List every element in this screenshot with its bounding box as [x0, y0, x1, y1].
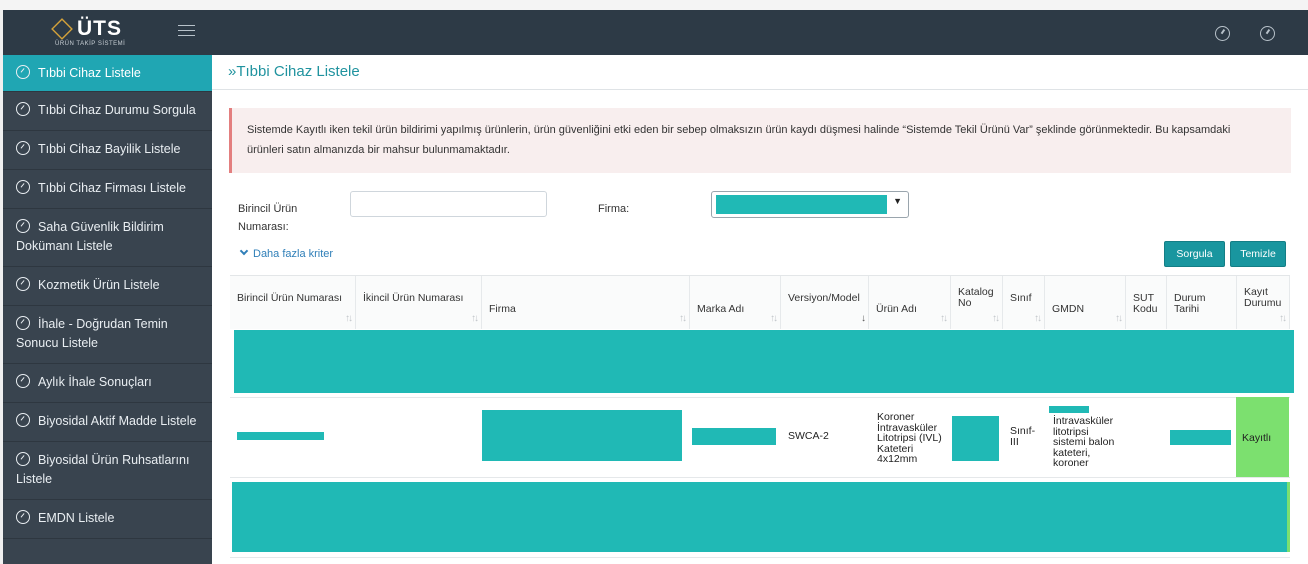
dashboard-icon — [16, 452, 30, 466]
dashboard-icon — [16, 316, 30, 330]
column-header-brand[interactable]: Marka Adı ↑↓ — [690, 276, 781, 329]
dashboard-icon — [16, 510, 30, 524]
column-header-primary-number[interactable]: Birincil Ürün Numarası ↑↓ — [230, 276, 356, 329]
sidebar-item-label: Saha Güvenlik Bildirim Dokümanı Listele — [16, 220, 164, 253]
dropdown-arrow-icon: ▼ — [893, 196, 902, 206]
dashboard-icon — [16, 413, 30, 427]
sidebar-item-saha-guvenlik-bildirim[interactable]: Saha Güvenlik Bildirim Dokümanı Listele — [3, 209, 212, 267]
dashboard-icon — [16, 374, 30, 388]
sidebar-item-biyosidal-urun-ruhsatlari[interactable]: Biyosidal Ürün Ruhsatlarını Listele — [3, 442, 212, 500]
sidebar-item-tibbi-cihaz-bayilik-listele[interactable]: Tıbbi Cihaz Bayilik Listele — [3, 131, 212, 170]
sidebar-item-label: Kozmetik Ürün Listele — [38, 278, 160, 292]
sidebar-item-kozmetik-urun-listele[interactable]: Kozmetik Ürün Listele — [3, 267, 212, 306]
dashboard-icon — [16, 219, 30, 233]
page-title: »Tıbbi Cihaz Listele — [228, 63, 360, 80]
redacted-status-date — [1170, 430, 1231, 445]
primary-number-label: Birincil Ürün Numarası: — [238, 203, 298, 233]
chevron-down-icon — [239, 246, 249, 256]
sidebar-item-label: Tıbbi Cihaz Firması Listele — [38, 181, 186, 195]
gmdn-cell: İntravasküler litotripsi sistemi balon k… — [1053, 415, 1115, 469]
primary-number-input[interactable] — [350, 191, 547, 217]
column-header-company[interactable]: Firma ↑↓ — [482, 276, 690, 329]
sidebar-item-label: Tıbbi Cihaz Listele — [38, 66, 141, 80]
record-status-cell: Kayıtlı — [1236, 397, 1289, 478]
redacted-company-value — [716, 195, 887, 214]
column-header-sut-code[interactable]: SUT Kodu — [1126, 276, 1167, 329]
logo-name: ÜTS — [77, 17, 122, 40]
sidebar-item-tibbi-cihaz-listele[interactable]: Tıbbi Cihaz Listele — [3, 55, 212, 92]
dashboard-icon — [16, 141, 30, 155]
title-divider — [212, 89, 1308, 90]
uts-logo[interactable]: ÜTS ÜRÜN TAKİP SİSTEMİ — [51, 16, 131, 50]
top-navigation-bar: ÜTS ÜRÜN TAKİP SİSTEMİ — [3, 10, 1308, 55]
column-header-product-name[interactable]: Ürün Adı ↑↓ — [869, 276, 951, 329]
dashboard-icon — [16, 180, 30, 194]
sidebar-item-tibbi-cihaz-durumu-sorgula[interactable]: Tıbbi Cihaz Durumu Sorgula — [3, 92, 212, 131]
column-header-catalog-no[interactable]: Katalog No ↑↓ — [951, 276, 1003, 329]
app-window: ÜTS ÜRÜN TAKİP SİSTEMİ Tıbbi Cihaz Liste… — [0, 0, 1308, 564]
logo-subtitle: ÜRÜN TAKİP SİSTEMİ — [55, 41, 126, 47]
sidebar-item-ihale-dogrudan-temin[interactable]: İhale - Doğrudan Temin Sonucu Listele — [3, 306, 212, 364]
logo-cube-icon — [51, 18, 73, 40]
row-divider — [230, 397, 1290, 398]
column-header-class[interactable]: Sınıf ↑↓ — [1003, 276, 1045, 329]
redacted-primary-number — [237, 432, 324, 440]
dashboard-icon — [16, 277, 30, 291]
main-content: »Tıbbi Cihaz Listele Sistemde Kayıtlı ik… — [212, 55, 1308, 564]
dashboard-icon[interactable] — [1215, 26, 1230, 41]
redacted-table-row — [234, 330, 1294, 393]
record-status-strip — [1287, 482, 1290, 552]
company-select[interactable]: ▼ — [711, 191, 909, 218]
warning-alert: Sistemde Kayıtlı iken tekil ürün bildiri… — [229, 108, 1291, 173]
sidebar-item-tibbi-cihaz-firmasi-listele[interactable]: Tıbbi Cihaz Firması Listele — [3, 170, 212, 209]
company-label: Firma: — [598, 203, 630, 215]
row-divider — [230, 557, 1290, 558]
sidebar-item-emdn-listele[interactable]: EMDN Listele — [3, 500, 212, 539]
browser-strip — [0, 0, 1308, 10]
sidebar-item-aylik-ihale-sonuclari[interactable]: Aylık İhale Sonuçları — [3, 364, 212, 403]
record-status-label: Kayıtlı — [1242, 432, 1272, 444]
column-header-record-status[interactable]: Kayıt Durumu ↑↓ — [1237, 276, 1290, 329]
sidebar-item-label: Biyosidal Ürün Ruhsatlarını Listele — [16, 453, 190, 486]
class-cell: Sınıf-III — [1010, 425, 1036, 448]
sidebar-item-biyosidal-aktif-madde[interactable]: Biyosidal Aktif Madde Listele — [3, 403, 212, 442]
clear-button[interactable]: Temizle — [1230, 241, 1286, 267]
sidebar-item-label: Tıbbi Cihaz Bayilik Listele — [38, 142, 181, 156]
redacted-catalog-no — [952, 416, 999, 461]
sidebar-item-label: Tıbbi Cihaz Durumu Sorgula — [38, 103, 196, 117]
more-criteria-label: Daha fazla kriter — [253, 248, 334, 260]
column-header-secondary-number[interactable]: İkincil Ürün Numarası ↑↓ — [356, 276, 482, 329]
more-criteria-link[interactable]: Daha fazla kriter — [239, 246, 334, 260]
product-name-cell: Koroner İntravasküler Litotripsi (IVL) K… — [877, 411, 942, 465]
redacted-table-row — [232, 482, 1287, 552]
redacted-brand — [692, 428, 776, 445]
sidebar-item-label: Aylık İhale Sonuçları — [38, 375, 152, 389]
column-header-status-date[interactable]: Durum Tarihi — [1167, 276, 1237, 329]
dashboard-icon — [16, 102, 30, 116]
column-header-version-model[interactable]: Versiyon/Model ↓ — [781, 276, 869, 329]
redacted-gmdn-code — [1049, 406, 1089, 413]
redacted-company — [482, 410, 682, 461]
dashboard-icon — [16, 65, 30, 79]
alert-message: Sistemde Kayıtlı iken tekil ürün bildiri… — [247, 124, 1231, 156]
results-table: Birincil Ürün Numarası ↑↓ İkincil Ürün Nu… — [230, 275, 1294, 564]
query-button[interactable]: Sorgula — [1164, 241, 1225, 267]
row-divider — [230, 477, 1290, 478]
sidebar-item-label: İhale - Doğrudan Temin Sonucu Listele — [16, 317, 168, 350]
sidebar-item-label: EMDN Listele — [38, 511, 115, 525]
menu-icon[interactable] — [178, 25, 195, 37]
version-model-cell: SWCA-2 — [788, 430, 829, 442]
column-header-gmdn[interactable]: GMDN ↑↓ — [1045, 276, 1126, 329]
sidebar-navigation: Tıbbi Cihaz Listele Tıbbi Cihaz Durumu S… — [3, 55, 212, 564]
dashboard-icon[interactable] — [1260, 26, 1275, 41]
sidebar-item-label: Biyosidal Aktif Madde Listele — [38, 414, 197, 428]
